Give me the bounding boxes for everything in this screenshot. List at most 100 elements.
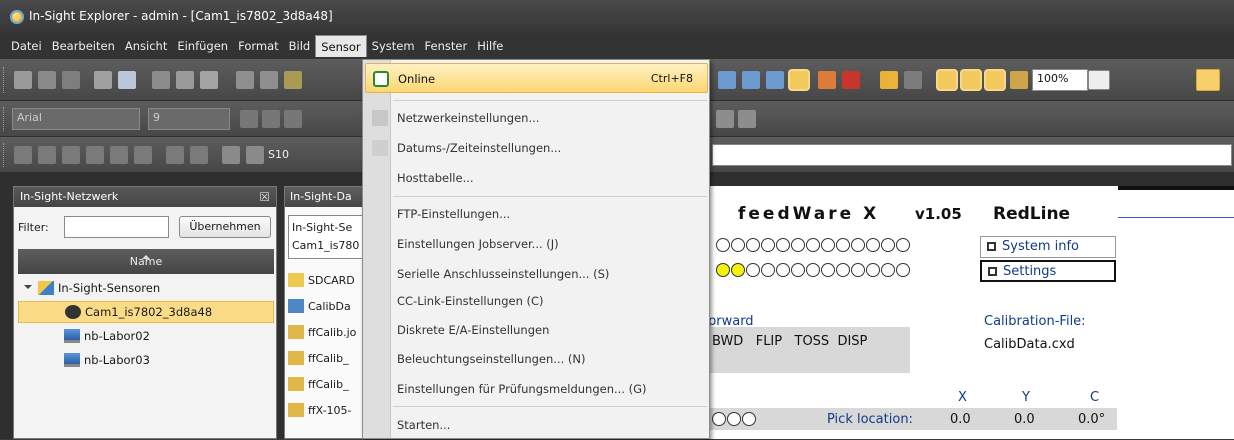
paste-icon[interactable] xyxy=(200,71,218,89)
menu-bild[interactable]: Bild xyxy=(284,35,316,57)
tree-node-label: nb-Labor03 xyxy=(84,353,150,367)
formula-bar[interactable] xyxy=(712,144,1232,166)
font-name-select[interactable]: Arial xyxy=(12,108,140,130)
led-row xyxy=(712,412,757,426)
zoom-in-icon[interactable] xyxy=(718,71,736,89)
toolbar-grip[interactable] xyxy=(3,107,6,131)
calibration-file-icon xyxy=(288,299,304,313)
window-icon xyxy=(987,242,996,251)
image-icon[interactable] xyxy=(842,71,860,89)
expand-arrow-icon[interactable] xyxy=(24,285,32,293)
panel-title-bar: In-Sight-Netzwerk ☒ xyxy=(14,187,276,207)
function-icon[interactable] xyxy=(62,146,80,164)
menu-format[interactable]: Format xyxy=(233,35,284,57)
sheet-icon[interactable] xyxy=(14,146,32,164)
online-toggle-icon[interactable] xyxy=(1196,69,1220,91)
menu-separator xyxy=(393,100,707,101)
close-icon[interactable]: ☒ xyxy=(259,187,270,207)
led-indicator xyxy=(851,238,865,252)
menu-item-date-time[interactable]: Datums-/Zeiteinstellungen... xyxy=(365,133,708,163)
copy-icon[interactable] xyxy=(176,71,194,89)
zoom-select[interactable]: 100% xyxy=(1032,69,1088,91)
system-info-button[interactable]: System info xyxy=(980,236,1116,258)
chart-icon[interactable] xyxy=(818,71,836,89)
menu-bearbeiten[interactable]: Bearbeiten xyxy=(47,35,120,57)
menu-ansicht[interactable]: Ansicht xyxy=(120,35,172,57)
grid-icon[interactable] xyxy=(962,71,980,89)
custom-view-icon[interactable] xyxy=(986,71,1004,89)
filmstrip-icon[interactable] xyxy=(1010,71,1028,89)
insert-icon[interactable] xyxy=(166,146,184,164)
zoom-fit-icon[interactable] xyxy=(766,71,784,89)
align-left-icon[interactable] xyxy=(284,110,302,128)
chevron-down-icon[interactable] xyxy=(1088,70,1110,90)
cut-icon[interactable] xyxy=(152,71,170,89)
format-icon[interactable] xyxy=(738,110,756,128)
filter-label: Filter: xyxy=(18,220,49,234)
menu-item-start[interactable]: Starten... xyxy=(365,410,708,440)
style-icon[interactable] xyxy=(716,110,734,128)
bold-icon[interactable] xyxy=(240,110,258,128)
accept-icon[interactable] xyxy=(222,146,240,164)
menu-system[interactable]: System xyxy=(367,35,420,57)
select-icon[interactable] xyxy=(86,146,104,164)
menu-item-inspection-messages[interactable]: Einstellungen für Prüfungsmeldungen... (… xyxy=(365,374,708,404)
print-preview-icon[interactable] xyxy=(118,71,136,89)
settings-button[interactable]: Settings xyxy=(980,260,1116,282)
title-bar: In-Sight Explorer - admin - [Cam1_is7802… xyxy=(0,0,1234,33)
apply-button[interactable]: Übernehmen xyxy=(179,216,271,238)
name-column-header[interactable]: Name xyxy=(18,249,274,274)
tree-node-labor02[interactable]: nb-Labor02 xyxy=(18,325,274,347)
print-icon[interactable] xyxy=(94,71,112,89)
control-buttons[interactable]: BWD FLIP TOSS DISP xyxy=(712,334,867,349)
menu-item-ftp[interactable]: FTP-Einstellungen... xyxy=(365,199,708,229)
menu-item-network-settings[interactable]: Netzwerkeinstellungen... xyxy=(365,103,708,133)
tree-node-camera[interactable]: Cam1_is7802_3d8a48 xyxy=(18,301,274,323)
region-icon[interactable] xyxy=(110,146,128,164)
redo-icon[interactable] xyxy=(260,71,278,89)
image-region-icon[interactable] xyxy=(134,146,152,164)
save-icon[interactable] xyxy=(62,71,80,89)
find-icon[interactable] xyxy=(284,71,302,89)
led-indicator xyxy=(896,263,910,277)
undo-icon[interactable] xyxy=(236,71,254,89)
file-name: ffCalib_ xyxy=(308,351,349,365)
menu-sensor[interactable]: Sensor xyxy=(315,35,367,57)
menu-item-host-table[interactable]: Hosttabelle... xyxy=(365,163,708,193)
toolbar-grip[interactable] xyxy=(3,143,6,167)
font-size-select[interactable]: 9 xyxy=(148,108,230,130)
open-icon[interactable] xyxy=(38,71,56,89)
menu-hilfe[interactable]: Hilfe xyxy=(472,35,508,57)
table-icon[interactable] xyxy=(38,146,56,164)
menu-separator xyxy=(393,196,707,197)
new-icon[interactable] xyxy=(14,71,32,89)
menu-datei[interactable]: Datei xyxy=(6,35,47,57)
menu-item-discrete-io[interactable]: Diskrete E/A-Einstellungen xyxy=(365,315,708,345)
app-icon xyxy=(10,9,24,24)
cancel-icon[interactable] xyxy=(246,146,264,164)
menu-item-jobserver[interactable]: Einstellungen Jobserver... (J) xyxy=(365,229,708,259)
menu-item-lighting[interactable]: Beleuchtungseinstellungen... (N) xyxy=(365,344,708,374)
menu-item-label: Beleuchtungseinstellungen... (N) xyxy=(397,352,586,366)
zoom-active-icon[interactable] xyxy=(790,71,808,89)
italic-icon[interactable] xyxy=(262,110,280,128)
menu-bar: Datei Bearbeiten Ansicht Einfügen Format… xyxy=(0,33,1234,59)
menu-item-serial[interactable]: Serielle Anschlusseinstellungen... (S) xyxy=(365,259,708,289)
menu-item-cc-link[interactable]: CC-Link-Einstellungen (C) xyxy=(365,286,708,316)
menu-item-online[interactable]: Online Ctrl+F8 xyxy=(365,63,708,93)
tree-node-labor03[interactable]: nb-Labor03 xyxy=(18,349,274,371)
camera-icon xyxy=(65,305,81,319)
filter-input[interactable] xyxy=(64,216,169,238)
menu-einfuegen[interactable]: Einfügen xyxy=(172,35,233,57)
tree-node-sensors[interactable]: In-Sight-Sensoren xyxy=(18,277,274,299)
led-indicator xyxy=(731,238,745,252)
zoom-out-icon[interactable] xyxy=(742,71,760,89)
property-icon[interactable] xyxy=(190,146,208,164)
menu-fenster[interactable]: Fenster xyxy=(420,35,473,57)
live-icon[interactable] xyxy=(904,71,922,89)
toolbar-grip[interactable] xyxy=(3,67,6,93)
layout-icon[interactable] xyxy=(938,71,956,89)
trigger-icon[interactable] xyxy=(880,71,898,89)
job-file-icon xyxy=(288,325,304,339)
network-icon xyxy=(372,110,388,126)
